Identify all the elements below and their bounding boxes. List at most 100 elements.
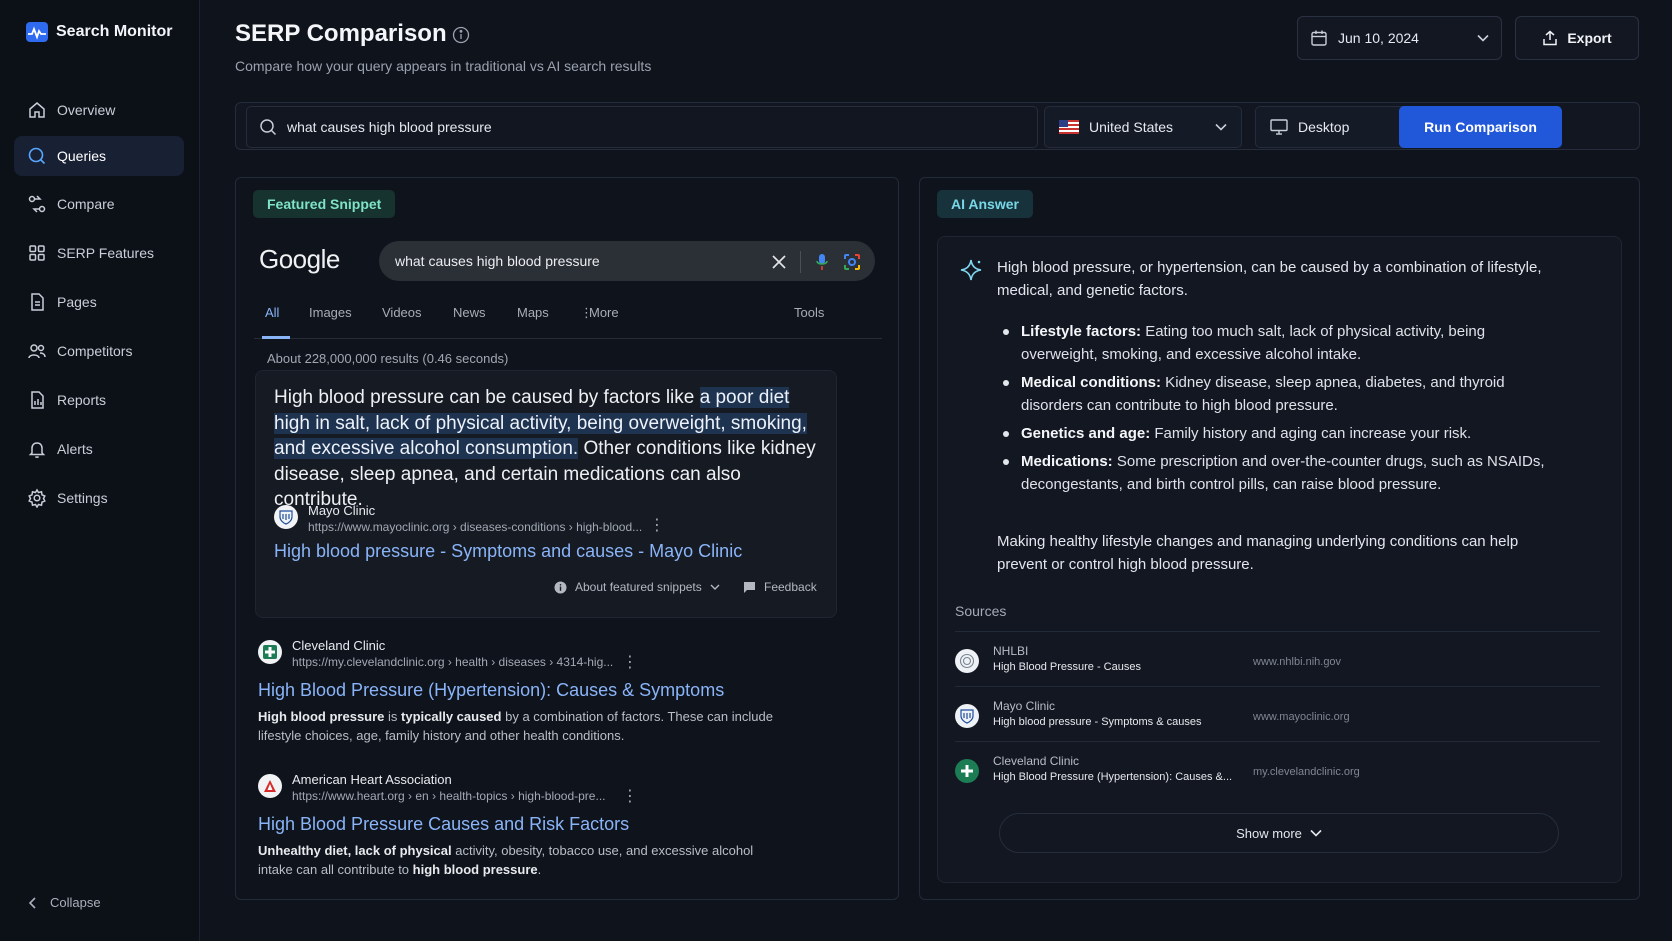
report-icon — [31, 391, 44, 409]
brand[interactable]: Search Monitor — [26, 22, 172, 42]
desc-text: is — [384, 709, 402, 724]
source-url: https://www.mayoclinic.org › diseases-co… — [308, 520, 643, 534]
collapse-button[interactable]: Collapse — [28, 895, 101, 910]
result-source-text: Cleveland Clinic https://my.clevelandcli… — [292, 638, 613, 669]
sidebar-item-label: Settings — [57, 490, 108, 506]
sidebar-item-alerts[interactable]: Alerts — [14, 429, 184, 469]
result-source-text: American Heart Association https://www.h… — [292, 772, 605, 803]
date-picker[interactable]: Jun 10, 2024 — [1297, 16, 1502, 60]
more-options-icon[interactable]: ⋮ — [622, 652, 638, 672]
sidebar-item-label: SERP Features — [57, 245, 155, 261]
feedback-button[interactable]: Feedback — [743, 580, 817, 594]
source-title: High blood pressure - Symptoms & causes — [993, 716, 1202, 728]
tab-images[interactable]: Images — [309, 305, 352, 339]
sidebar-item-competitors[interactable]: Competitors — [14, 331, 184, 371]
cross-icon — [961, 765, 973, 777]
chevron-down-icon — [1215, 123, 1227, 131]
result-source[interactable]: Cleveland Clinic https://my.clevelandcli… — [258, 638, 613, 669]
result-link[interactable]: High Blood Pressure Causes and Risk Fact… — [258, 814, 629, 835]
feedback-icon — [744, 581, 755, 593]
snippet-text: High blood pressure can be caused by fac… — [274, 385, 824, 513]
query-input-wrapper[interactable] — [246, 106, 1038, 148]
run-comparison-button[interactable]: Run Comparison — [1399, 106, 1562, 148]
shield-icon — [279, 510, 293, 525]
sidebar-item-compare[interactable]: Compare — [14, 184, 184, 224]
desc-bold: High blood pressure — [258, 709, 385, 724]
source-name: Mayo Clinic — [993, 699, 1056, 713]
country-value: United States — [1089, 119, 1174, 135]
compare-icon — [28, 195, 46, 213]
tab-maps[interactable]: Maps — [517, 305, 549, 339]
sidebar-item-label: Alerts — [57, 441, 93, 457]
snippet-source-text: Mayo Clinic https://www.mayoclinic.org ›… — [308, 503, 642, 534]
collapse-label: Collapse — [50, 895, 101, 910]
sidebar-item-overview[interactable]: Overview — [14, 90, 184, 130]
query-bar: United States Desktop Run Comparison — [235, 102, 1640, 150]
google-logo: Google — [259, 244, 340, 274]
sidebar-item-reports[interactable]: Reports — [14, 380, 184, 420]
tab-videos[interactable]: Videos — [382, 305, 422, 339]
device-value: Desktop — [1298, 119, 1350, 135]
info-icon[interactable] — [452, 26, 470, 44]
tab-all[interactable]: All — [262, 305, 290, 339]
result-count: About 228,000,000 results (0.46 seconds) — [267, 351, 509, 366]
source-name: American Heart Association — [292, 772, 452, 787]
users-icon — [28, 344, 46, 359]
desc-bold: high blood pressure — [412, 862, 538, 877]
date-value: Jun 10, 2024 — [1338, 30, 1419, 46]
desktop-icon — [1270, 119, 1288, 135]
tab-more[interactable]: More — [589, 305, 619, 339]
list-item: Medications: Some prescription and over-… — [999, 450, 1559, 496]
featured-snippet-panel: Featured Snippet Google what causes high… — [235, 177, 899, 900]
google-search-box[interactable]: what causes high blood pressure — [379, 241, 875, 281]
home-icon — [29, 102, 45, 118]
bell-icon — [28, 442, 46, 458]
result-link[interactable]: High Blood Pressure (Hypertension): Caus… — [258, 680, 724, 701]
result-source[interactable]: American Heart Association https://www.h… — [258, 772, 605, 803]
mayo-clinic-favicon — [955, 704, 979, 728]
ai-answer-tag: AI Answer — [937, 190, 1033, 218]
sidebar-item-settings[interactable]: Settings — [14, 478, 184, 518]
country-select[interactable]: United States — [1044, 106, 1242, 148]
query-input[interactable] — [287, 119, 987, 135]
more-options-icon[interactable]: ⋮ — [622, 786, 638, 806]
snippet-source[interactable]: Mayo Clinic https://www.mayoclinic.org ›… — [274, 503, 642, 534]
sidebar-item-queries[interactable]: Queries — [14, 136, 184, 176]
tab-tools[interactable]: Tools — [794, 305, 824, 339]
close-icon[interactable] — [772, 255, 786, 269]
about-featured-snippets[interactable]: About featured snippets — [554, 580, 720, 594]
sparkle-icon — [960, 259, 982, 281]
desc-bold: Unhealthy diet, lack of physical — [258, 843, 452, 858]
show-more-button[interactable]: Show more — [999, 813, 1559, 853]
more-options-icon[interactable]: ⋮ — [649, 515, 665, 535]
source-item[interactable]: Mayo Clinic High blood pressure - Sympto… — [955, 686, 1600, 741]
export-icon — [1543, 30, 1558, 46]
export-label: Export — [1567, 30, 1612, 46]
about-label: About featured snippets — [575, 580, 702, 594]
export-button[interactable]: Export — [1515, 16, 1639, 60]
ai-intro: High blood pressure, or hypertension, ca… — [997, 259, 1542, 299]
source-url: https://my.clevelandclinic.org › health … — [292, 655, 614, 669]
featured-snippet: High blood pressure can be caused by fac… — [255, 370, 837, 618]
app-name: Search Monitor — [56, 23, 173, 40]
sidebar-item-pages[interactable]: Pages — [14, 282, 184, 322]
lens-icon[interactable] — [843, 253, 861, 271]
grid-icon — [29, 245, 45, 261]
sidebar-item-label: Competitors — [57, 343, 133, 359]
source-name: Cleveland Clinic — [993, 754, 1080, 768]
source-item[interactable]: Cleveland Clinic High Blood Pressure (Hy… — [955, 741, 1600, 796]
source-name: Cleveland Clinic — [292, 638, 386, 653]
source-title: High Blood Pressure (Hypertension): Caus… — [993, 771, 1233, 783]
list-item: Medical conditions: Kidney disease, slee… — [999, 371, 1559, 417]
microphone-icon[interactable] — [815, 253, 829, 271]
bullet-term: Medications: — [1021, 453, 1113, 470]
snippet-text-before: High blood pressure can be caused by fac… — [274, 387, 700, 408]
sidebar-item-label: Pages — [57, 294, 97, 310]
tab-news[interactable]: News — [453, 305, 486, 339]
source-item[interactable]: NHLBI High Blood Pressure - Causes www.n… — [955, 631, 1600, 686]
result-description: Unhealthy diet, lack of physical activit… — [258, 841, 778, 879]
snippet-link[interactable]: High blood pressure - Symptoms and cause… — [274, 541, 742, 562]
sidebar-item-serp-features[interactable]: SERP Features — [14, 233, 184, 273]
source-domain: my.clevelandclinic.org — [1253, 766, 1360, 778]
seal-icon — [959, 653, 975, 669]
